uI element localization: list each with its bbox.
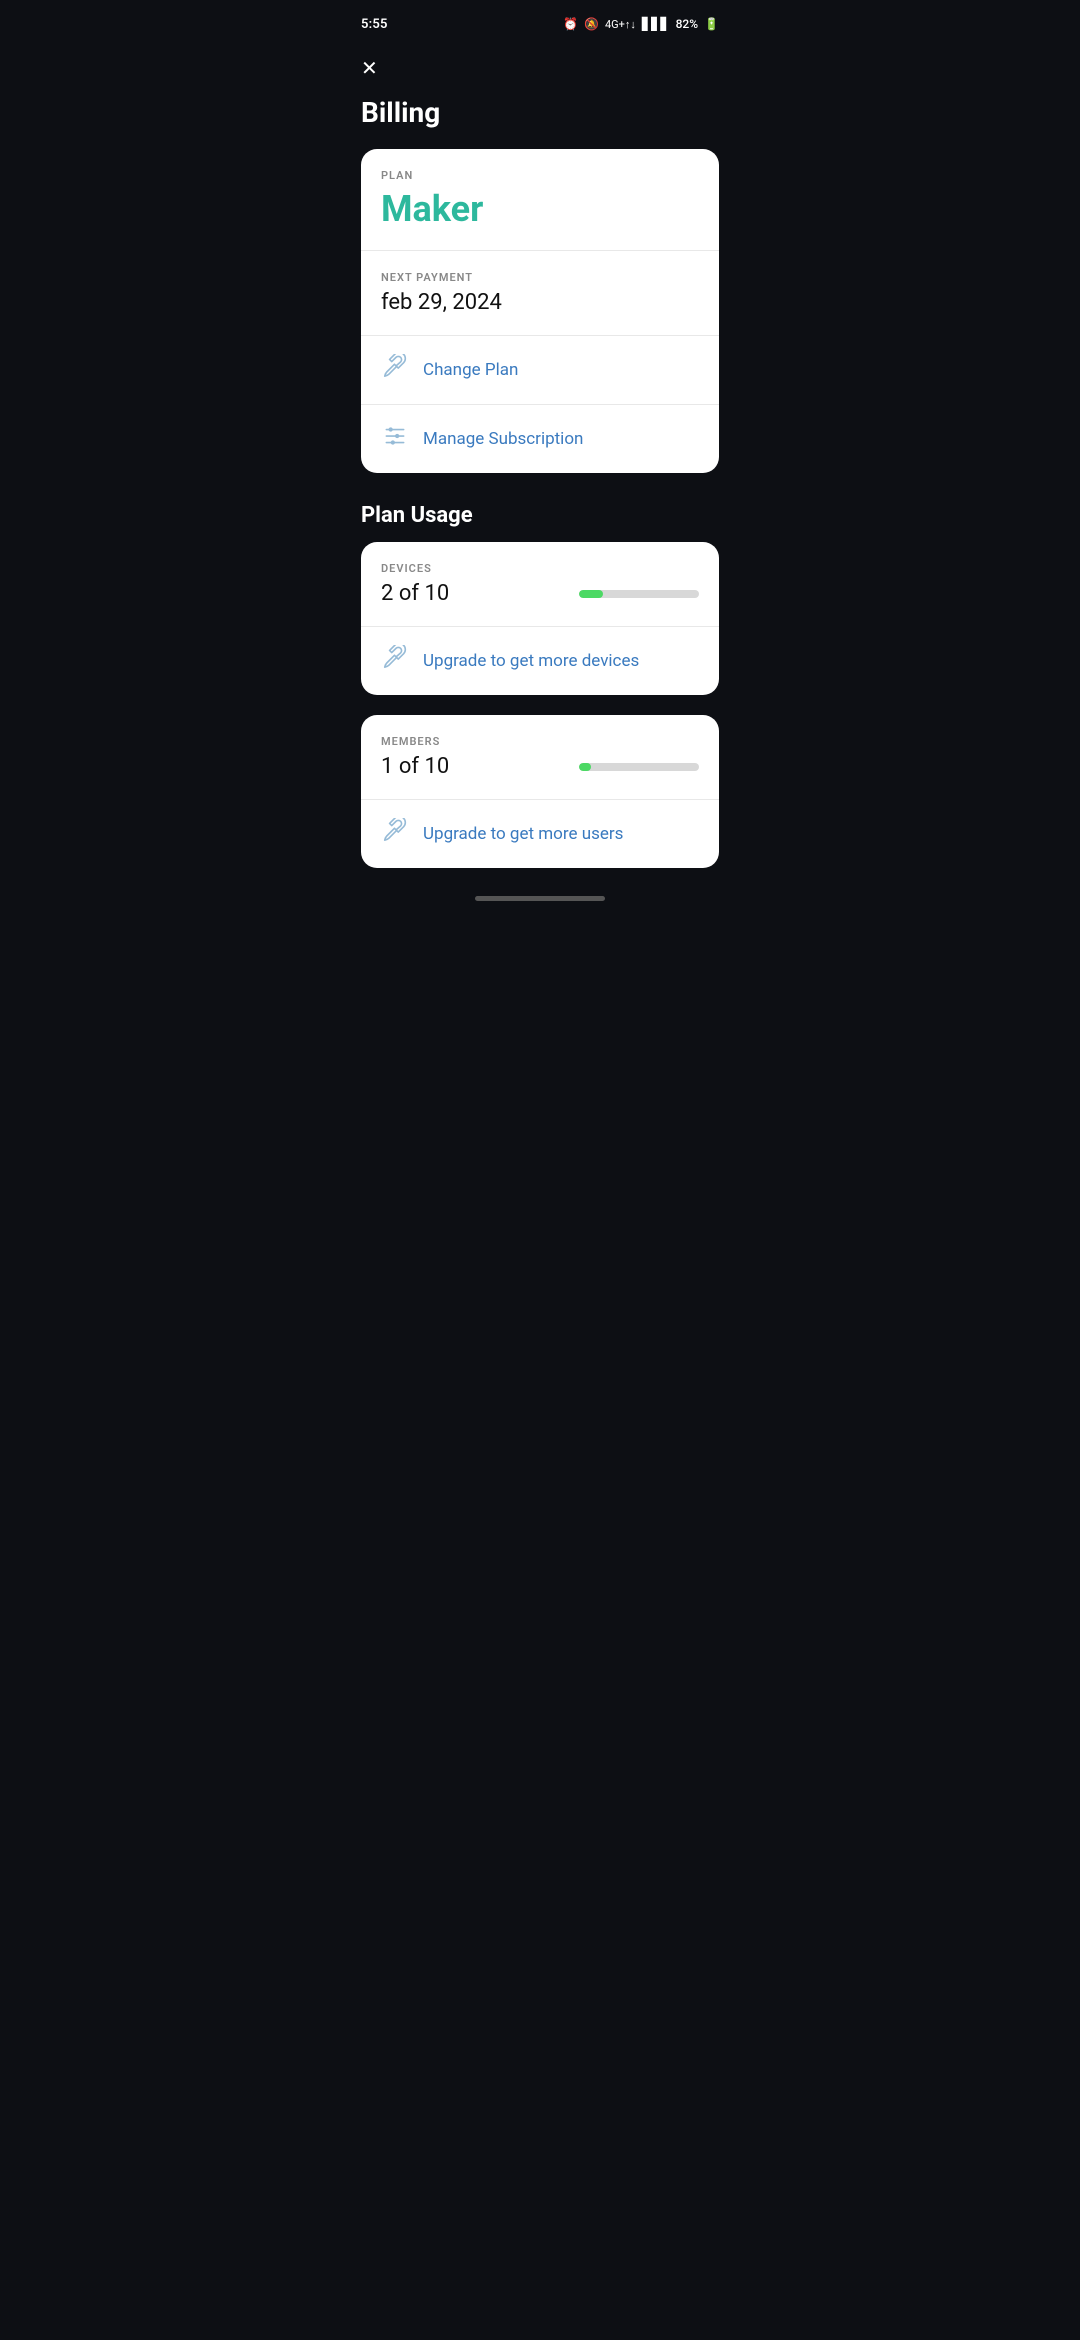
members-card: MEMBERS 1 of 10 Upgrade to get more user… <box>361 715 719 868</box>
devices-label: DEVICES <box>381 562 699 575</box>
next-payment-date: feb 29, 2024 <box>381 290 699 315</box>
close-icon: ✕ <box>361 56 378 80</box>
sliders-icon <box>381 423 409 455</box>
plan-label: PLAN <box>381 169 699 182</box>
members-section: MEMBERS 1 of 10 <box>361 715 719 799</box>
devices-section: DEVICES 2 of 10 <box>361 542 719 626</box>
upgrade-devices-rocket-icon <box>381 645 409 677</box>
manage-subscription-label: Manage Subscription <box>423 429 583 449</box>
members-progress-fill <box>579 763 591 771</box>
upgrade-devices-label: Upgrade to get more devices <box>423 651 639 671</box>
members-label: MEMBERS <box>381 735 699 748</box>
upgrade-members-label: Upgrade to get more users <box>423 824 623 844</box>
home-indicator <box>475 896 605 901</box>
change-plan-button[interactable]: Change Plan <box>361 335 719 404</box>
devices-count: 2 of 10 <box>381 581 449 606</box>
page-title: Billing <box>345 88 735 149</box>
upgrade-members-button[interactable]: Upgrade to get more users <box>361 799 719 868</box>
devices-progress-fill <box>579 590 603 598</box>
status-time: 5:55 <box>361 17 388 32</box>
upgrade-devices-button[interactable]: Upgrade to get more devices <box>361 626 719 695</box>
next-payment-label: NEXT PAYMENT <box>381 271 699 284</box>
plan-name: Maker <box>381 188 699 230</box>
signal-icon: 4G+↑↓ <box>605 18 636 31</box>
devices-card: DEVICES 2 of 10 Upgrade to get more devi… <box>361 542 719 695</box>
home-indicator-bar <box>345 888 735 908</box>
status-bar: 5:55 ⏰ 🔕 4G+↑↓ ▋▋▋ 82% 🔋 <box>345 0 735 44</box>
members-usage-row: 1 of 10 <box>381 754 699 779</box>
plan-section: PLAN Maker <box>361 149 719 250</box>
battery-icon: 🔋 <box>704 17 719 31</box>
mute-icon: 🔕 <box>584 17 599 31</box>
devices-progress-bar <box>579 590 699 598</box>
billing-card: PLAN Maker NEXT PAYMENT feb 29, 2024 Cha… <box>361 149 719 473</box>
members-count: 1 of 10 <box>381 754 449 779</box>
status-right: ⏰ 🔕 4G+↑↓ ▋▋▋ 82% 🔋 <box>563 17 719 31</box>
plan-usage-title: Plan Usage <box>345 493 735 542</box>
rocket-icon <box>381 354 409 386</box>
battery-level: 82% <box>676 17 698 31</box>
next-payment-section: NEXT PAYMENT feb 29, 2024 <box>361 250 719 335</box>
alarm-icon: ⏰ <box>563 17 578 31</box>
change-plan-label: Change Plan <box>423 360 518 380</box>
upgrade-members-rocket-icon <box>381 818 409 850</box>
manage-subscription-button[interactable]: Manage Subscription <box>361 404 719 473</box>
signal-bars-icon: ▋▋▋ <box>642 17 670 31</box>
close-button[interactable]: ✕ <box>345 44 735 88</box>
devices-usage-row: 2 of 10 <box>381 581 699 606</box>
members-progress-bar <box>579 763 699 771</box>
